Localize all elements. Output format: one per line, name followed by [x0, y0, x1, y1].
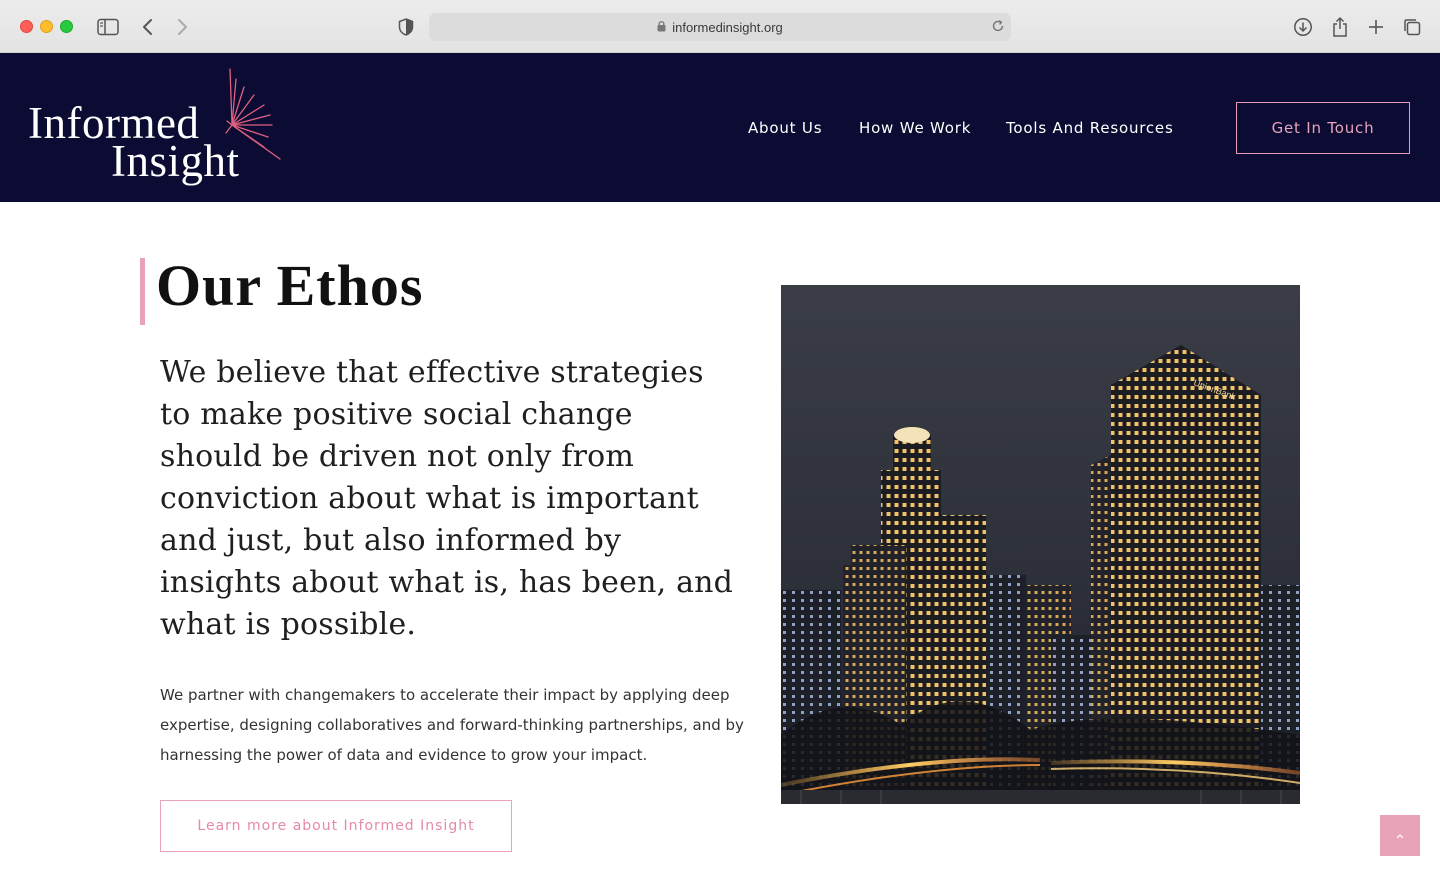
- lock-icon: [657, 20, 666, 35]
- nav-about-us[interactable]: About Us: [748, 119, 822, 137]
- heading-accent-bar: [140, 258, 145, 325]
- zoom-window-button[interactable]: [60, 20, 73, 33]
- nav-tools-and-resources[interactable]: Tools And Resources: [1006, 119, 1174, 137]
- minimize-window-button[interactable]: [40, 20, 53, 33]
- city-skyline-photo: UnionBank: [781, 285, 1300, 804]
- sidebar-icon[interactable]: [96, 15, 120, 39]
- shield-icon[interactable]: [394, 15, 418, 39]
- new-tab-icon[interactable]: [1364, 15, 1388, 39]
- reload-icon[interactable]: [991, 19, 1005, 36]
- body-paragraph: We partner with changemakers to accelera…: [160, 686, 744, 764]
- page-title: Our Ethos: [156, 253, 424, 318]
- lead-paragraph: We believe that effective strategies to …: [160, 355, 734, 642]
- get-in-touch-button[interactable]: Get In Touch: [1236, 102, 1410, 154]
- logo-text-line2: Insight: [111, 136, 240, 186]
- scroll-to-top-button[interactable]: [1380, 815, 1420, 856]
- browser-toolbar: informedinsight.org: [0, 0, 1440, 53]
- chevron-up-icon: [1396, 833, 1404, 838]
- logo-burst-icon: [225, 68, 281, 160]
- close-window-button[interactable]: [20, 20, 33, 33]
- logo[interactable]: Informed Insight: [28, 67, 288, 191]
- learn-more-button[interactable]: Learn more about Informed Insight: [160, 800, 512, 852]
- download-icon[interactable]: [1291, 15, 1315, 39]
- share-icon[interactable]: [1328, 15, 1352, 39]
- forward-icon[interactable]: [170, 15, 194, 39]
- nav-how-we-work[interactable]: How We Work: [859, 119, 971, 137]
- tabs-icon[interactable]: [1400, 15, 1424, 39]
- back-icon[interactable]: [136, 15, 160, 39]
- site-header: Informed Insight About Us How We Work To…: [0, 53, 1440, 202]
- address-bar[interactable]: informedinsight.org: [429, 13, 1011, 41]
- url-text: informedinsight.org: [672, 19, 783, 35]
